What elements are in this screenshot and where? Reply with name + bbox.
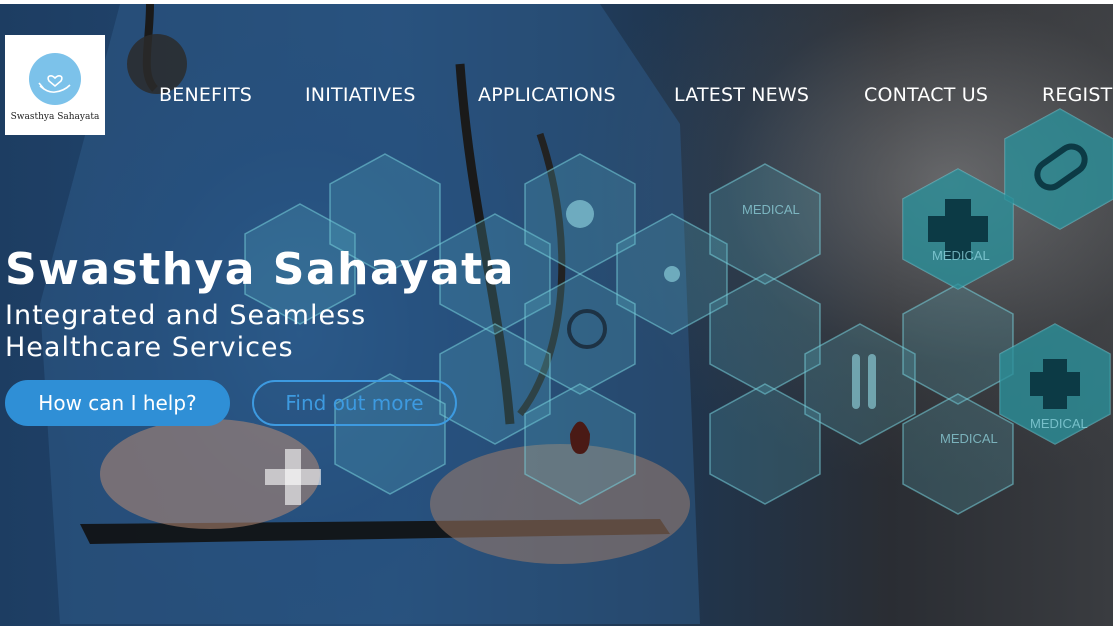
how-can-i-help-button[interactable]: How can I help? [5, 380, 230, 426]
medical-label-3: MEDICAL [940, 431, 998, 446]
nav-initiatives[interactable]: INITIATIVES [305, 84, 416, 106]
hero-subtitle: Integrated and Seamless Healthcare Servi… [5, 300, 367, 363]
medical-label-4: MEDICAL [1030, 416, 1088, 431]
medical-label-2: MEDICAL [932, 248, 990, 263]
hero-title: Swasthya Sahayata [5, 244, 515, 295]
medical-label-1: MEDICAL [742, 202, 800, 217]
nav-latest-news[interactable]: LATEST NEWS [674, 84, 809, 106]
nav-applications[interactable]: APPLICATIONS [478, 84, 616, 106]
nav-contact-us[interactable]: CONTACT US [864, 84, 988, 106]
find-out-more-button[interactable]: Find out more [252, 380, 457, 426]
hero-banner: MEDICAL MEDICAL MEDICAL MEDICAL Swasthya… [0, 4, 1113, 626]
nav-register[interactable]: REGIST [1042, 84, 1112, 106]
main-nav: BENEFITS INITIATIVES APPLICATIONS LATEST… [0, 84, 1113, 114]
nav-benefits[interactable]: BENEFITS [159, 84, 252, 106]
